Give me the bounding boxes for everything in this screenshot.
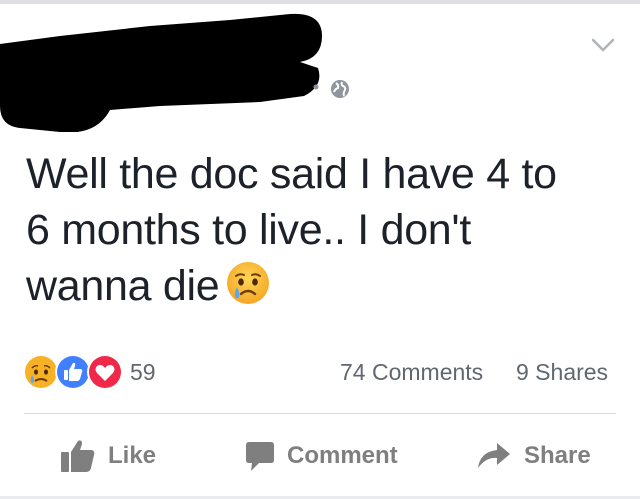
- post-text-line: 6 months to live.. I don't: [26, 206, 471, 254]
- like-button[interactable]: Like: [60, 436, 156, 476]
- post-text-line: Well the doc said I have 4 to: [26, 150, 557, 198]
- share-label: Share: [524, 442, 591, 469]
- share-arrow-icon: [478, 443, 510, 468]
- meta-separator-dot: [313, 84, 319, 90]
- reaction-count: 59: [130, 359, 156, 385]
- top-border: [0, 0, 640, 4]
- crying-face-emoji-icon: [227, 262, 270, 304]
- shares-count-link[interactable]: 9 Shares: [516, 359, 608, 386]
- post-text-line: wanna die: [26, 258, 626, 314]
- globe-icon: [331, 80, 349, 98]
- comment-button[interactable]: Comment: [245, 436, 398, 476]
- love-reaction-icon: [87, 354, 123, 390]
- redacted-author-blob: [0, 13, 322, 132]
- post-text: Well the doc said I have 4 to 6 months t…: [26, 146, 626, 314]
- divider: [24, 413, 616, 414]
- comment-label: Comment: [287, 442, 398, 469]
- comments-count-link[interactable]: 74 Comments: [340, 359, 483, 386]
- thumbs-up-icon: [61, 440, 95, 472]
- chevron-down-icon[interactable]: [590, 36, 616, 54]
- share-button[interactable]: Share: [476, 436, 591, 476]
- comment-bubble-icon: [246, 442, 274, 471]
- reactions-summary[interactable]: 59: [22, 353, 162, 390]
- like-label: Like: [108, 442, 157, 469]
